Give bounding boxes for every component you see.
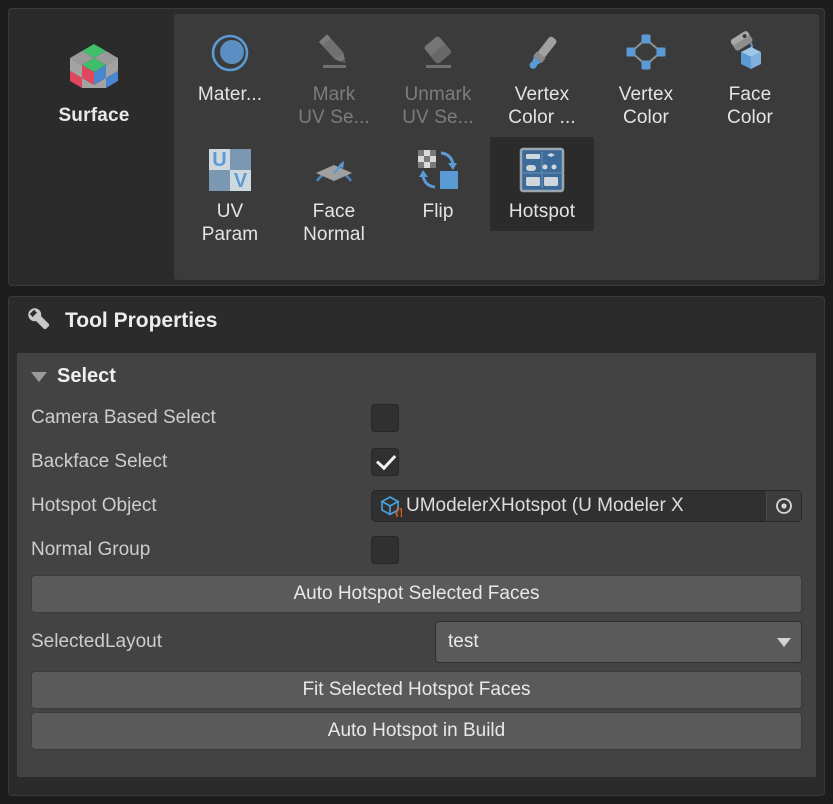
mode-button-label: Surface bbox=[58, 105, 130, 126]
backface-select-checkbox[interactable] bbox=[371, 448, 399, 476]
vertex-diamond-icon bbox=[623, 26, 669, 80]
tool-row-2: U V UV Param Face Normal Flip Hotspot bbox=[178, 137, 815, 254]
eraser-icon bbox=[416, 26, 460, 80]
selected-layout-dropdown[interactable]: test bbox=[435, 621, 802, 663]
tool-button-hotspot[interactable]: Hotspot bbox=[490, 137, 594, 231]
uv-checker-icon: U V bbox=[206, 143, 254, 197]
property-row-selected-layout: SelectedLayout test bbox=[17, 616, 816, 668]
tool-label: Vertex Color bbox=[618, 84, 674, 128]
tool-properties-body: Select Camera Based Select Backface Sele… bbox=[17, 353, 816, 777]
tool-properties-title: Tool Properties bbox=[65, 309, 218, 332]
section-label: Select bbox=[57, 365, 116, 387]
blueprint-cube-icon: {} bbox=[372, 495, 405, 517]
svg-text:U: U bbox=[212, 149, 226, 171]
face-normal-icon bbox=[310, 143, 358, 197]
flip-icon bbox=[414, 143, 462, 197]
section-header-select[interactable]: Select bbox=[17, 361, 816, 396]
selected-layout-value: test bbox=[448, 631, 479, 652]
auto-hotspot-selected-faces-button[interactable]: Auto Hotspot Selected Faces bbox=[31, 575, 802, 613]
property-label: Camera Based Select bbox=[31, 407, 216, 428]
wrench-icon bbox=[25, 305, 53, 338]
selected-layout-label: SelectedLayout bbox=[31, 631, 162, 652]
property-label: Normal Group bbox=[31, 539, 151, 560]
property-row-backface-select: Backface Select bbox=[17, 440, 816, 484]
property-row-normal-group: Normal Group bbox=[17, 528, 816, 572]
chevron-down-icon bbox=[777, 637, 791, 647]
fit-selected-hotspot-faces-button[interactable]: Fit Selected Hotspot Faces bbox=[31, 671, 802, 709]
paint-brush-icon bbox=[520, 26, 564, 80]
property-row-camera-based-select: Camera Based Select bbox=[17, 396, 816, 440]
hotspot-object-value: UModelerXHotspot (U Modeler X bbox=[406, 495, 684, 516]
svg-text:V: V bbox=[234, 170, 248, 192]
chevron-down-icon bbox=[31, 371, 47, 382]
tool-button-face-color[interactable]: Face Color bbox=[698, 20, 802, 137]
normal-group-checkbox[interactable] bbox=[371, 536, 399, 564]
tool-label: Face Normal bbox=[303, 201, 365, 245]
hotspot-object-field[interactable]: {} UModelerXHotspot (U Modeler X bbox=[371, 490, 802, 522]
tool-properties-header: Tool Properties bbox=[9, 297, 824, 345]
mode-column: Surface bbox=[14, 14, 174, 280]
auto-hotspot-in-build-button[interactable]: Auto Hotspot in Build bbox=[31, 712, 802, 750]
paint-bucket-cube-icon bbox=[727, 26, 773, 80]
tool-label: UV Param bbox=[201, 201, 259, 245]
camera-based-select-checkbox[interactable] bbox=[371, 404, 399, 432]
tool-button-material[interactable]: Mater... bbox=[178, 20, 282, 114]
tool-grid: Mater... Mark UV Se... Unmark UV Se... V… bbox=[174, 14, 819, 280]
tool-label: Flip bbox=[422, 201, 454, 222]
svg-text:{}: {} bbox=[395, 507, 402, 517]
tool-button-face-normal[interactable]: Face Normal bbox=[282, 137, 386, 254]
mode-button-surface[interactable]: Surface bbox=[38, 36, 150, 131]
property-row-hotspot-object: Hotspot Object {} UModelerXHotspot (U Mo… bbox=[17, 484, 816, 528]
target-picker-icon[interactable] bbox=[767, 491, 801, 521]
rubiks-cube-icon bbox=[68, 40, 120, 97]
tool-button-unmark-uv-seam[interactable]: Unmark UV Se... bbox=[386, 20, 490, 137]
tool-button-vertex-color[interactable]: Vertex Color bbox=[594, 20, 698, 137]
tool-label: Hotspot bbox=[508, 201, 576, 222]
material-sphere-icon bbox=[208, 26, 252, 80]
tool-button-uv-param[interactable]: U V UV Param bbox=[178, 137, 282, 254]
tool-label: Vertex Color ... bbox=[508, 84, 576, 128]
hotspot-atlas-icon bbox=[518, 143, 566, 197]
tool-label: Mater... bbox=[197, 84, 263, 105]
tool-button-mark-uv-seam[interactable]: Mark UV Se... bbox=[282, 20, 386, 137]
tool-label: Mark UV Se... bbox=[298, 84, 370, 128]
tool-button-vertex-color-paint[interactable]: Vertex Color ... bbox=[490, 20, 594, 137]
tool-label: Unmark UV Se... bbox=[402, 84, 474, 128]
property-label: Hotspot Object bbox=[31, 495, 157, 516]
tool-label: Face Color bbox=[727, 84, 773, 128]
surface-toolbar-panel: Surface Mater... Mark UV Se... Unmark UV… bbox=[8, 8, 825, 286]
tool-properties-panel: Tool Properties Select Camera Based Sele… bbox=[8, 296, 825, 796]
tool-button-flip[interactable]: Flip bbox=[386, 137, 490, 231]
property-label: Backface Select bbox=[31, 451, 168, 472]
tool-row-1: Mater... Mark UV Se... Unmark UV Se... V… bbox=[178, 20, 815, 137]
pencil-icon bbox=[312, 26, 356, 80]
